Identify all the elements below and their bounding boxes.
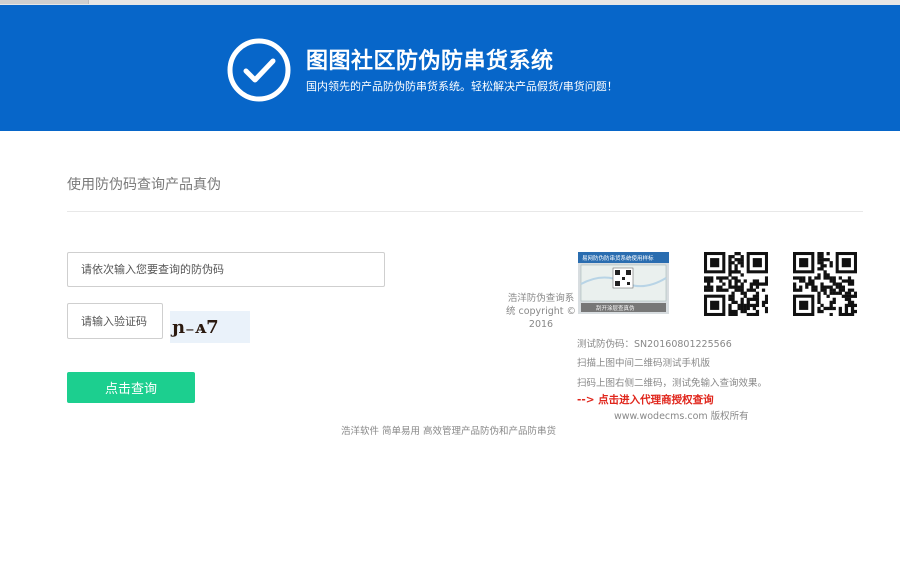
qr-code-quick-query-icon (793, 252, 857, 316)
label-footer: 刮开涂层查真伪 (596, 304, 635, 312)
captcha-image[interactable]: ɲ₋ᴀ7 (170, 311, 250, 343)
section-title: 使用防伪码查询产品真伪 (67, 177, 221, 193)
label-header: 易网防伪防串货系统使用样标 (582, 254, 654, 262)
agent-query-link[interactable]: --> 点击进入代理商授权查询 (577, 392, 714, 407)
copyright-text: 浩洋防伪查询系统 copyright © 2016 (505, 293, 577, 330)
check-circle-icon (227, 38, 291, 102)
query-button[interactable]: 点击查询 (67, 372, 195, 403)
site-subtitle: 国内领先的产品防伪防串货系统。轻松解决产品假货/串货问题！ (306, 80, 618, 93)
footer-text: 浩洋软件 简单易用 高效管理产品防伪和产品防串货 (341, 426, 557, 437)
mobile-hint-text: 扫描上图中间二维码测试手机版 (577, 358, 711, 369)
qr-code-mobile-icon (704, 252, 768, 316)
browser-tab[interactable] (0, 0, 89, 4)
quick-query-hint-text: 扫码上图右侧二维码，测试免输入查询效果。 (577, 378, 768, 389)
captcha-input[interactable] (67, 303, 163, 339)
security-code-input[interactable] (67, 252, 385, 287)
test-code-text: 测试防伪码：SN20160801225566 (577, 339, 732, 350)
header-banner: 图图社区防伪防串货系统 国内领先的产品防伪防串货系统。轻松解决产品假货/串货问题… (0, 5, 900, 131)
divider (67, 211, 863, 212)
sample-label-image: 易网防伪防串货系统使用样标 刮开涂层查真伪 (578, 252, 669, 314)
captcha-text: ɲ₋ᴀ7 (170, 317, 219, 338)
site-title: 图图社区防伪防串货系统 (306, 49, 554, 74)
site-copyright: www.wodecms.com 版权所有 (614, 411, 749, 422)
